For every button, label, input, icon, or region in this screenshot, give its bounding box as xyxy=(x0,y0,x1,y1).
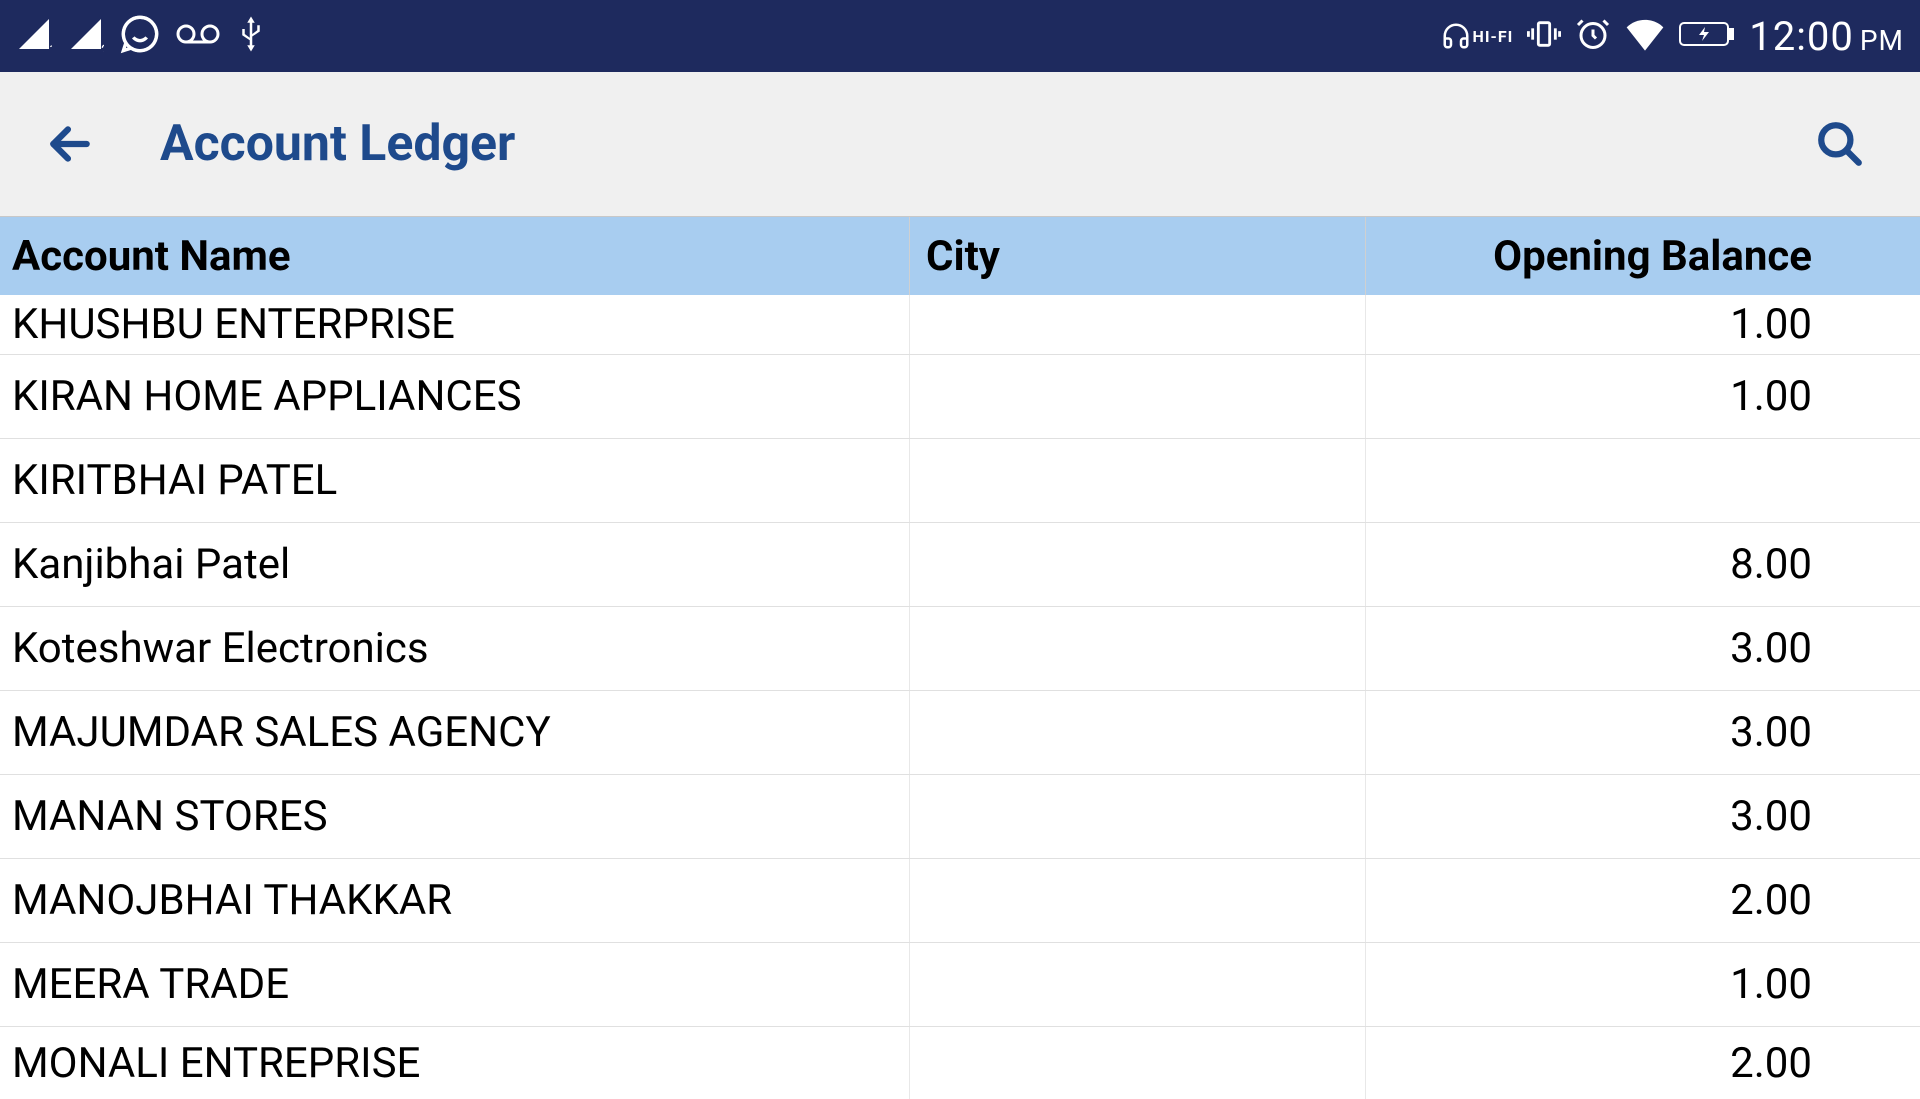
scroll-edge xyxy=(1824,1027,1920,1099)
status-time: 12:00PM xyxy=(1749,13,1904,60)
cell-city xyxy=(910,523,1366,606)
cell-city xyxy=(910,691,1366,774)
cell-city xyxy=(910,859,1366,942)
table-header: Account Name City Opening Balance xyxy=(0,217,1920,295)
table-body: KHUSHBU ENTERPRISE1.00KIRAN HOME APPLIAN… xyxy=(0,295,1920,1099)
cell-account-name: MANOJBHAI THAKKAR xyxy=(0,859,910,942)
scroll-edge xyxy=(1824,691,1920,774)
table-row[interactable]: MONALI ENTREPRISE 2.00 xyxy=(0,1027,1920,1099)
cell-opening-balance: 8.00 xyxy=(1366,523,1824,606)
cell-city xyxy=(910,439,1366,522)
cell-city xyxy=(910,607,1366,690)
status-left: 1 2 xyxy=(16,14,266,58)
cell-opening-balance: 1.00 xyxy=(1366,943,1824,1026)
table-row[interactable]: MAJUMDAR SALES AGENCY 3.00 xyxy=(0,691,1920,775)
whatsapp-icon xyxy=(120,14,160,58)
cell-city xyxy=(910,1027,1366,1099)
svg-text:2: 2 xyxy=(101,41,104,52)
cell-account-name: KHUSHBU ENTERPRISE xyxy=(0,295,910,354)
svg-text:1: 1 xyxy=(49,41,52,52)
back-button[interactable] xyxy=(40,114,100,174)
usb-icon xyxy=(236,14,266,58)
cell-opening-balance: 2.00 xyxy=(1366,859,1824,942)
cell-city xyxy=(910,295,1366,354)
scroll-edge xyxy=(1824,295,1920,354)
table-row[interactable]: KHUSHBU ENTERPRISE 1.00 xyxy=(0,295,1920,355)
page-title: Account Ledger xyxy=(160,115,515,173)
cell-city xyxy=(910,355,1366,438)
table-row[interactable]: MEERA TRADE 1.00 xyxy=(0,943,1920,1027)
column-header-city[interactable]: City xyxy=(910,217,1366,295)
signal-1-icon: 1 xyxy=(16,16,52,56)
scroll-edge xyxy=(1824,943,1920,1026)
cell-opening-balance: 3.00 xyxy=(1366,691,1824,774)
column-header-name[interactable]: Account Name xyxy=(0,217,910,295)
cell-account-name: KIRAN HOME APPLIANCES xyxy=(0,355,910,438)
status-right: HI-FI 12:00PM xyxy=(1441,13,1904,60)
cell-opening-balance: 1.00 xyxy=(1366,295,1824,354)
cell-account-name: MEERA TRADE xyxy=(0,943,910,1026)
table-row[interactable]: KIRAN HOME APPLIANCES 1.00 xyxy=(0,355,1920,439)
cell-opening-balance: 1.00 xyxy=(1366,355,1824,438)
cell-city xyxy=(910,943,1366,1026)
scroll-edge xyxy=(1824,859,1920,942)
search-button[interactable] xyxy=(1810,114,1870,174)
voicemail-icon xyxy=(176,22,220,50)
cell-opening-balance: 3.00 xyxy=(1366,607,1824,690)
status-bar: 1 2 HI-FI 12:00PM xyxy=(0,0,1920,72)
table-row[interactable]: Kanjibhai Patel 8.00 xyxy=(0,523,1920,607)
table-row[interactable]: MANAN STORES 3.00 xyxy=(0,775,1920,859)
scroll-edge xyxy=(1824,775,1920,858)
scroll-edge xyxy=(1824,607,1920,690)
scroll-edge xyxy=(1824,439,1920,522)
wifi-icon xyxy=(1625,17,1665,55)
scroll-edge xyxy=(1824,523,1920,606)
cell-account-name: MONALI ENTREPRISE xyxy=(0,1027,910,1099)
cell-account-name: MANAN STORES xyxy=(0,775,910,858)
cell-account-name: MAJUMDAR SALES AGENCY xyxy=(0,691,910,774)
alarm-icon xyxy=(1575,16,1611,56)
cell-city xyxy=(910,775,1366,858)
table-row[interactable]: MANOJBHAI THAKKAR 2.00 xyxy=(0,859,1920,943)
scroll-edge xyxy=(1824,217,1920,295)
cell-opening-balance xyxy=(1366,439,1824,522)
column-header-balance[interactable]: Opening Balance xyxy=(1366,217,1824,295)
signal-2-icon: 2 xyxy=(68,16,104,56)
vibrate-icon xyxy=(1527,17,1561,55)
headphones-icon: HI-FI xyxy=(1441,21,1514,51)
scroll-edge xyxy=(1824,355,1920,438)
battery-charging-icon xyxy=(1679,19,1735,53)
table-row[interactable]: KIRITBHAI PATEL xyxy=(0,439,1920,523)
cell-opening-balance: 3.00 xyxy=(1366,775,1824,858)
cell-account-name: KIRITBHAI PATEL xyxy=(0,439,910,522)
search-icon xyxy=(1815,119,1865,169)
account-table: Account Name City Opening Balance KHUSHB… xyxy=(0,217,1920,1099)
cell-opening-balance: 2.00 xyxy=(1366,1027,1824,1099)
cell-account-name: Koteshwar Electronics xyxy=(0,607,910,690)
arrow-left-icon xyxy=(45,119,95,169)
cell-account-name: Kanjibhai Patel xyxy=(0,523,910,606)
table-row[interactable]: Koteshwar Electronics 3.00 xyxy=(0,607,1920,691)
app-bar: Account Ledger xyxy=(0,72,1920,217)
